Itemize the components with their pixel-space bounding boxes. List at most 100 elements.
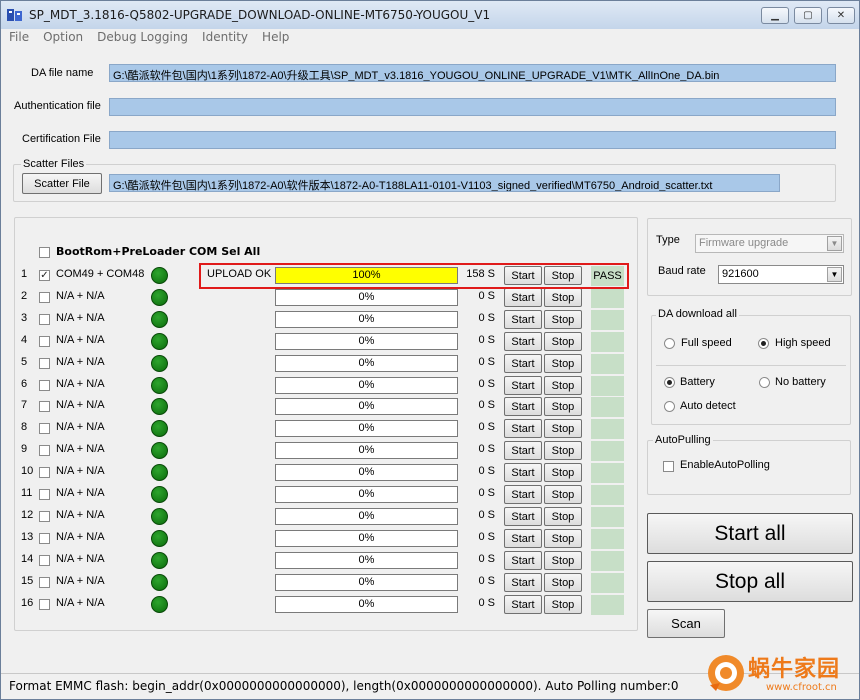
row-checkbox[interactable]	[39, 533, 50, 544]
stop-all-button[interactable]: Stop all	[647, 561, 853, 602]
row-start-button[interactable]: Start	[504, 441, 542, 460]
row-checkbox[interactable]	[39, 555, 50, 566]
row-stop-button[interactable]: Stop	[544, 376, 582, 395]
progress-percent: 0%	[358, 576, 375, 588]
row-start-button[interactable]: Start	[504, 354, 542, 373]
progress-percent: 0%	[358, 532, 375, 544]
status-led-icon	[151, 355, 168, 372]
row-start-button[interactable]: Start	[504, 485, 542, 504]
row-checkbox[interactable]	[39, 577, 50, 588]
row-checkbox[interactable]	[39, 423, 50, 434]
row-checkbox[interactable]	[39, 358, 50, 369]
row-stop-button[interactable]: Stop	[544, 507, 582, 526]
high-speed-radio[interactable]	[758, 338, 769, 349]
row-stop-button[interactable]: Stop	[544, 288, 582, 307]
row-checkbox[interactable]	[39, 292, 50, 303]
row-stop-button[interactable]: Stop	[544, 463, 582, 482]
row-checkbox[interactable]	[39, 467, 50, 478]
row-checkbox[interactable]	[39, 401, 50, 412]
status-led-icon	[151, 267, 168, 284]
no-battery-radio[interactable]	[759, 377, 770, 388]
auto-detect-radio[interactable]	[664, 401, 675, 412]
row-start-button[interactable]: Start	[504, 573, 542, 592]
row-start-button[interactable]: Start	[504, 507, 542, 526]
progress-percent: 0%	[358, 313, 375, 325]
row-start-button[interactable]: Start	[504, 376, 542, 395]
row-stop-button[interactable]: Stop	[544, 354, 582, 373]
menu-item-debug-logging[interactable]: Debug Logging	[89, 29, 194, 47]
row-start-button[interactable]: Start	[504, 397, 542, 416]
menu-item-option[interactable]: Option	[35, 29, 89, 47]
status-led-icon	[151, 420, 168, 437]
row-checkbox[interactable]	[39, 489, 50, 500]
row-start-button[interactable]: Start	[504, 332, 542, 351]
sel-all-checkbox[interactable]	[39, 247, 50, 258]
row-start-button[interactable]: Start	[504, 529, 542, 548]
da-file-field[interactable]: G:\酷派软件包\国内\1系列\1872-A0\升级工具\SP_MDT_v3.1…	[109, 64, 836, 82]
progress-percent: 0%	[358, 488, 375, 500]
com-port-label: N/A + N/A	[56, 553, 105, 565]
row-stop-button[interactable]: Stop	[544, 441, 582, 460]
window-title: SP_MDT_3.1816-Q5802-UPGRADE_DOWNLOAD-ONL…	[29, 8, 491, 22]
row-stop-button[interactable]: Stop	[544, 551, 582, 570]
minimize-button[interactable]: ▁	[761, 7, 789, 24]
port-row: 8 N/A + N/A 0% 0 S Start Stop	[15, 418, 635, 440]
menu-item-identity[interactable]: Identity	[194, 29, 254, 47]
progress-bar: 0%	[275, 311, 458, 328]
row-checkbox[interactable]	[39, 511, 50, 522]
result-indicator	[591, 397, 624, 417]
row-checkbox[interactable]	[39, 599, 50, 610]
row-start-button[interactable]: Start	[504, 419, 542, 438]
row-stop-button[interactable]: Stop	[544, 310, 582, 329]
row-number: 15	[21, 575, 34, 587]
result-indicator	[591, 551, 624, 571]
scatter-file-button[interactable]: Scatter File	[22, 173, 102, 194]
row-stop-button[interactable]: Stop	[544, 573, 582, 592]
row-checkbox[interactable]	[39, 380, 50, 391]
row-number: 1	[21, 268, 28, 280]
com-port-label: N/A + N/A	[56, 334, 105, 346]
row-start-button[interactable]: Start	[504, 595, 542, 614]
status-led-icon	[151, 552, 168, 569]
row-stop-button[interactable]: Stop	[544, 397, 582, 416]
menu-item-help[interactable]: Help	[254, 29, 295, 47]
row-start-button[interactable]: Start	[504, 551, 542, 570]
row-checkbox[interactable]	[39, 314, 50, 325]
cert-file-field[interactable]	[109, 131, 836, 149]
elapsed-time: 0 S	[478, 334, 495, 346]
elapsed-time: 0 S	[478, 465, 495, 477]
com-port-label: N/A + N/A	[56, 378, 105, 390]
row-stop-button[interactable]: Stop	[544, 332, 582, 351]
type-select[interactable]: Firmware upgrade ▼	[695, 234, 844, 253]
com-port-label: N/A + N/A	[56, 465, 105, 477]
row-checkbox[interactable]: ✓	[39, 270, 50, 281]
enable-autopoll-checkbox[interactable]	[663, 461, 674, 472]
row-start-button[interactable]: Start	[504, 288, 542, 307]
start-all-button[interactable]: Start all	[647, 513, 853, 554]
baud-select[interactable]: 921600 ▼	[718, 265, 844, 284]
port-row: 11 N/A + N/A 0% 0 S Start Stop	[15, 484, 635, 506]
row-checkbox[interactable]	[39, 445, 50, 456]
port-row: 10 N/A + N/A 0% 0 S Start Stop	[15, 462, 635, 484]
port-row: 7 N/A + N/A 0% 0 S Start Stop	[15, 396, 635, 418]
row-start-button[interactable]: Start	[504, 310, 542, 329]
port-row: 6 N/A + N/A 0% 0 S Start Stop	[15, 375, 635, 397]
scatter-file-field[interactable]: G:\酷派软件包\国内\1系列\1872-A0\软件版本\1872-A0-T18…	[109, 174, 780, 192]
row-stop-button[interactable]: Stop	[544, 419, 582, 438]
row-start-button[interactable]: Start	[504, 463, 542, 482]
row-checkbox[interactable]	[39, 336, 50, 347]
full-speed-radio[interactable]	[664, 338, 675, 349]
minimize-icon: ▁	[771, 10, 779, 21]
port-row: 5 N/A + N/A 0% 0 S Start Stop	[15, 353, 635, 375]
auth-file-field[interactable]	[109, 98, 836, 116]
com-port-label: N/A + N/A	[56, 531, 105, 543]
status-led-icon	[151, 530, 168, 547]
battery-radio[interactable]	[664, 377, 675, 388]
menu-item-file[interactable]: File	[1, 29, 35, 47]
row-stop-button[interactable]: Stop	[544, 595, 582, 614]
row-stop-button[interactable]: Stop	[544, 529, 582, 548]
scan-button[interactable]: Scan	[647, 609, 725, 638]
row-stop-button[interactable]: Stop	[544, 485, 582, 504]
maximize-button[interactable]: ▢	[794, 7, 822, 24]
close-button[interactable]: ✕	[827, 7, 855, 24]
